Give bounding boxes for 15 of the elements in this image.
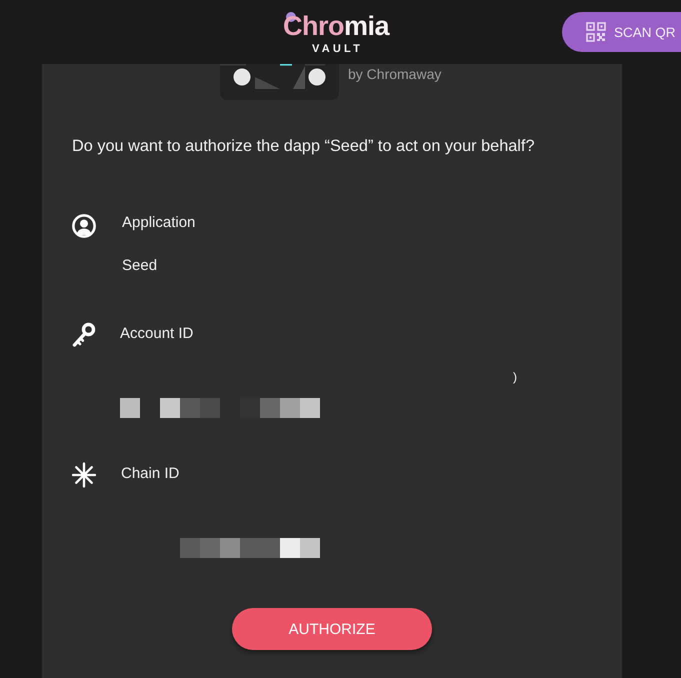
logo-wordmark: Chromia [282,11,390,41]
field-label: Account ID [120,325,194,343]
field-label: Application [122,214,196,232]
text-fragment: ) [513,370,517,384]
scan-qr-button[interactable]: SCAN QR [562,12,681,52]
asterisk-icon [72,462,96,488]
developer-byline: by Chromaway [348,65,442,83]
authorization-question: Do you want to authorize the dapp “Seed” to act on your behalf? [72,136,535,156]
field-value: Seed [122,256,158,276]
authorize-button[interactable]: AUTHORIZE [232,608,432,650]
key-icon [72,322,96,348]
field-label: Chain ID [121,465,180,483]
qr-code-icon [586,22,606,42]
user-icon [72,214,96,238]
logo-subtitle: VAULT [310,43,364,55]
